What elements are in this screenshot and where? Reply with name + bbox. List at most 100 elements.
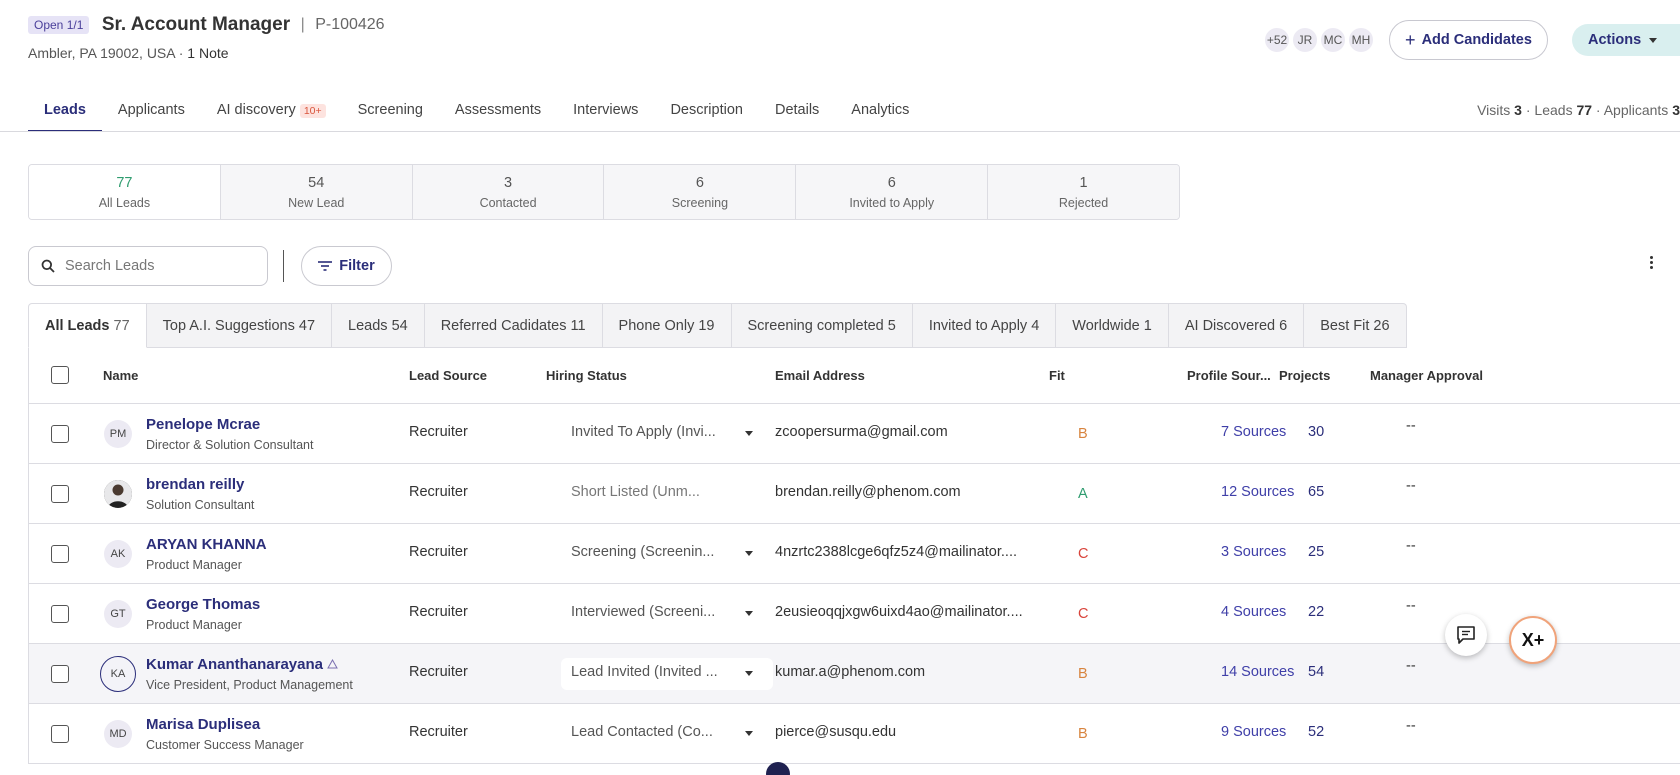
projects-count[interactable]: 25 xyxy=(1308,544,1324,560)
chevron-down-icon[interactable] xyxy=(745,671,753,676)
tab-description[interactable]: Description xyxy=(654,96,759,131)
table-row[interactable]: MD Marisa Duplisea Customer Success Mana… xyxy=(29,704,1680,764)
table-row[interactable]: AK ARYAN KHANNA Product Manager Recruite… xyxy=(29,524,1680,584)
projects-count[interactable]: 52 xyxy=(1308,724,1324,740)
subtab-all-leads[interactable]: All Leads 77 xyxy=(28,303,147,348)
lead-source: Recruiter xyxy=(409,544,468,560)
avatar[interactable]: MC xyxy=(1319,26,1347,54)
tab-assessments[interactable]: Assessments xyxy=(439,96,557,131)
add-candidates-button[interactable]: + Add Candidates xyxy=(1389,20,1548,60)
more-options-icon[interactable] xyxy=(1650,256,1653,269)
column-projects[interactable]: Projects xyxy=(1279,368,1330,383)
stage-all-leads[interactable]: 77 All Leads xyxy=(29,165,221,219)
hiring-status-select[interactable]: Lead Invited (Invited ... xyxy=(571,664,771,680)
row-checkbox[interactable] xyxy=(51,605,69,623)
hiring-status-select[interactable]: Lead Contacted (Co... xyxy=(571,724,771,740)
row-checkbox[interactable] xyxy=(51,485,69,503)
column-name[interactable]: Name xyxy=(103,368,138,383)
chevron-down-icon[interactable] xyxy=(745,611,753,616)
profile-sources-link[interactable]: 4 Sources xyxy=(1221,604,1286,620)
row-checkbox[interactable] xyxy=(51,545,69,563)
fit-grade: B xyxy=(1078,426,1088,442)
table-row[interactable]: PM Penelope Mcrae Director & Solution Co… xyxy=(29,404,1680,464)
table-row[interactable]: brendan reilly Solution Consultant Recru… xyxy=(29,464,1680,524)
profile-sources-link[interactable]: 9 Sources xyxy=(1221,724,1286,740)
tab-leads[interactable]: Leads xyxy=(28,96,102,132)
profile-sources-link[interactable]: 14 Sources xyxy=(1221,664,1294,680)
tab-screening[interactable]: Screening xyxy=(342,96,439,131)
avatar[interactable]: MH xyxy=(1347,26,1375,54)
subtab-invited-to-apply[interactable]: Invited to Apply 4 xyxy=(912,303,1057,348)
search-box xyxy=(28,246,268,286)
filter-icon xyxy=(318,261,333,271)
subtab-referred-candidates[interactable]: Referred Cadidates 11 xyxy=(424,303,603,348)
projects-count[interactable]: 30 xyxy=(1308,424,1324,440)
team-avatars[interactable]: +52 JR MC MH xyxy=(1263,26,1375,54)
tab-analytics[interactable]: Analytics xyxy=(835,96,925,131)
candidate-name[interactable]: Kumar Ananthanarayana xyxy=(146,656,339,673)
avatar[interactable]: JR xyxy=(1291,26,1319,54)
chevron-down-icon[interactable] xyxy=(745,731,753,736)
hiring-status-select[interactable]: Invited To Apply (Invi... xyxy=(571,424,771,440)
candidate-name[interactable]: brendan reilly xyxy=(146,476,244,493)
subtab-phone-only[interactable]: Phone Only 19 xyxy=(602,303,732,348)
assistant-button[interactable]: X+ xyxy=(1509,616,1557,664)
row-checkbox[interactable] xyxy=(51,665,69,683)
subtab-best-fit[interactable]: Best Fit 26 xyxy=(1304,303,1407,348)
chat-button[interactable] xyxy=(1445,614,1487,656)
stage-rejected[interactable]: 1 Rejected xyxy=(988,165,1179,219)
avatar xyxy=(104,480,132,508)
hiring-status-select[interactable]: Screening (Screenin... xyxy=(571,544,771,560)
subtab-screening-completed[interactable]: Screening completed 5 xyxy=(731,303,913,348)
subtab-ai-discovered[interactable]: AI Discovered 6 xyxy=(1168,303,1305,348)
profile-sources-link[interactable]: 7 Sources xyxy=(1221,424,1286,440)
subtab-leads[interactable]: Leads 54 xyxy=(332,303,425,348)
projects-count[interactable]: 65 xyxy=(1308,484,1324,500)
column-email[interactable]: Email Address xyxy=(775,368,865,383)
stage-label: Contacted xyxy=(479,195,537,210)
notes-link[interactable]: 1 Note xyxy=(187,45,228,61)
column-profile-sources[interactable]: Profile Sour... xyxy=(1187,368,1271,383)
subtab-label: Leads xyxy=(348,317,388,334)
stage-contacted[interactable]: 3 Contacted xyxy=(412,165,605,219)
fit-grade: C xyxy=(1078,606,1089,622)
row-checkbox[interactable] xyxy=(51,725,69,743)
projects-count[interactable]: 22 xyxy=(1308,604,1324,620)
table-row[interactable]: KA Kumar Ananthanarayana Vice President,… xyxy=(29,644,1680,704)
chevron-down-icon[interactable] xyxy=(745,431,753,436)
avatar-overflow-count[interactable]: +52 xyxy=(1263,26,1291,54)
column-hiring-status[interactable]: Hiring Status xyxy=(546,368,627,383)
job-stats: Visits 3 · Leads 77 · Applicants 3 xyxy=(1477,102,1680,118)
hiring-status-select[interactable]: Interviewed (Screeni... xyxy=(571,604,771,620)
chevron-down-icon[interactable] xyxy=(745,551,753,556)
column-lead-source[interactable]: Lead Source xyxy=(409,368,487,383)
tab-ai-discovery[interactable]: AI discovery 10+ xyxy=(201,96,342,131)
profile-sources-link[interactable]: 12 Sources xyxy=(1221,484,1294,500)
table-row[interactable]: GT George Thomas Product Manager Recruit… xyxy=(29,584,1680,644)
candidate-name[interactable]: Penelope Mcrae xyxy=(146,416,260,433)
profile-sources-link[interactable]: 3 Sources xyxy=(1221,544,1286,560)
select-all-checkbox[interactable] xyxy=(51,366,69,384)
row-checkbox[interactable] xyxy=(51,425,69,443)
subtab-worldwide[interactable]: Worldwide 1 xyxy=(1056,303,1169,348)
actions-button[interactable]: Actions xyxy=(1572,24,1680,56)
leads-count: 77 xyxy=(1576,102,1593,118)
tab-details[interactable]: Details xyxy=(759,96,835,131)
tab-applicants[interactable]: Applicants xyxy=(102,96,201,131)
search-input[interactable] xyxy=(65,258,245,274)
subtab-top-ai-suggestions[interactable]: Top A.I. Suggestions 47 xyxy=(146,303,333,348)
hiring-status: Short Listed (Unm... xyxy=(571,484,700,500)
candidate-name[interactable]: ARYAN KHANNA xyxy=(146,536,267,553)
candidate-name[interactable]: George Thomas xyxy=(146,596,260,613)
filter-button[interactable]: Filter xyxy=(301,246,392,286)
fit-grade: C xyxy=(1078,546,1089,562)
stage-new-lead[interactable]: 54 New Lead xyxy=(220,165,413,219)
stage-invited-to-apply[interactable]: 6 Invited to Apply xyxy=(796,165,989,219)
candidate-name[interactable]: Marisa Duplisea xyxy=(146,716,260,733)
tab-interviews[interactable]: Interviews xyxy=(557,96,654,131)
stage-screening[interactable]: 6 Screening xyxy=(604,165,797,219)
projects-count[interactable]: 54 xyxy=(1308,664,1324,680)
candidate-title: Director & Solution Consultant xyxy=(146,438,314,452)
column-manager-approval[interactable]: Manager Approval xyxy=(1370,368,1483,383)
column-fit[interactable]: Fit xyxy=(1049,368,1065,383)
